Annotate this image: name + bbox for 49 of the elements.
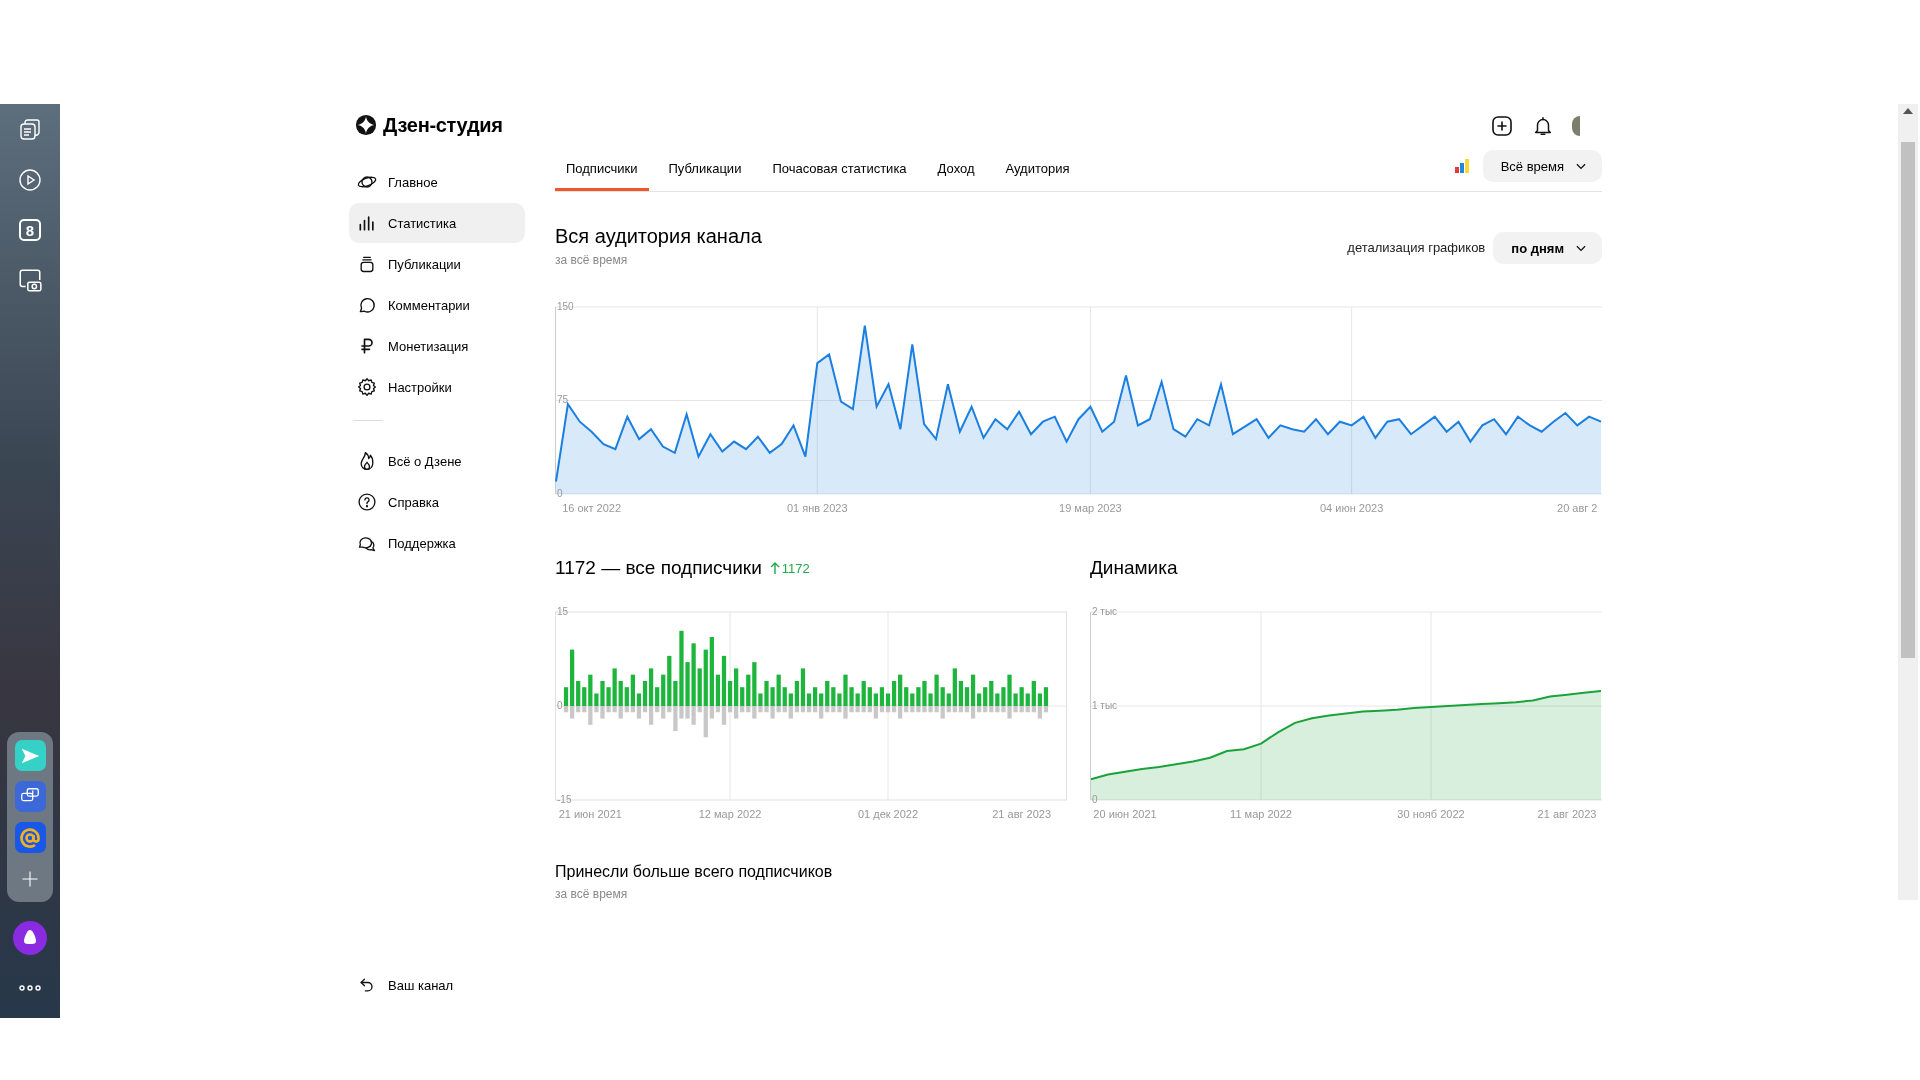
logo-text[interactable]: Дзен-студия — [383, 113, 503, 137]
axis-tick-label: 16 окт 2022 — [562, 502, 622, 514]
delta-value: 1172 — [769, 560, 810, 576]
tab[interactable]: Аудитория — [994, 148, 1081, 191]
axis-tick-label: 1 тыс — [1092, 699, 1118, 711]
axis-tick-label: 0 — [1092, 793, 1098, 805]
axis-tick-label: -15 — [557, 793, 572, 805]
section-title: 1172 — все подписчики — [555, 557, 762, 579]
tab[interactable]: Доход — [926, 148, 986, 191]
nav-item[interactable]: Публикации — [349, 244, 525, 284]
detail-select[interactable]: по дням — [1493, 232, 1602, 264]
axis-tick-label: 0 — [557, 487, 563, 499]
nav-item[interactable]: Монетизация — [349, 326, 525, 366]
axis-tick-label: 0 — [557, 699, 563, 711]
section-subtitle: за всё время — [555, 886, 629, 902]
nav-item[interactable]: Статистика — [349, 203, 525, 243]
axis-tick-label: 21 авг 2023 — [992, 808, 1052, 820]
section-subtitle: за всё время — [555, 252, 629, 268]
axis-tick-label: 30 нояб 2022 — [1397, 808, 1465, 820]
nav-item[interactable]: Всё о Дзене — [349, 441, 525, 481]
nav-item[interactable]: Комментарии — [349, 285, 525, 325]
nav-item[interactable]: Поддержка — [349, 523, 525, 563]
axis-tick-label: 21 июн 2021 — [558, 808, 622, 820]
nav-item[interactable]: Ваш канал — [349, 965, 525, 1005]
axis-tick-label: 21 авг 2023 — [1537, 808, 1597, 820]
axis-tick-label: 150 — [557, 300, 574, 312]
tab[interactable]: Подписчики — [555, 148, 649, 191]
axis-tick-label: 75 — [557, 394, 569, 406]
axis-tick-label: 19 мар 2023 — [1059, 502, 1122, 514]
axis-tick-label: 01 янв 2023 — [786, 502, 848, 514]
tab[interactable]: Публикации — [657, 148, 753, 191]
axis-tick-label: 12 мар 2022 — [698, 808, 762, 820]
nav-item[interactable]: Главное — [349, 162, 525, 202]
nav-item[interactable]: Настройки — [349, 367, 525, 407]
tab[interactable]: Почасовая статистика — [761, 148, 918, 191]
axis-tick-label: 2 тыс — [1092, 605, 1118, 617]
section-title: Вся аудитория канала — [555, 224, 762, 248]
badge-icon[interactable]: 8 — [19, 219, 41, 241]
nav-item[interactable]: Справка — [349, 482, 525, 522]
axis-tick-label: 11 мар 2022 — [1230, 808, 1292, 820]
section-title: Принесли больше всего подписчиков — [555, 862, 834, 882]
axis-tick-label: 04 июн 2023 — [1320, 502, 1384, 514]
axis-tick-label: 20 июн 2021 — [1093, 808, 1157, 820]
detail-label: детализация графиков — [1347, 239, 1486, 255]
axis-tick-label: 20 авг 2 — [1557, 502, 1598, 514]
axis-tick-label: 01 дек 2022 — [857, 808, 919, 820]
axis-tick-label: 15 — [557, 605, 569, 617]
period-select[interactable]: Всё время — [1482, 150, 1602, 182]
section-title: Динамика — [1090, 557, 1178, 579]
